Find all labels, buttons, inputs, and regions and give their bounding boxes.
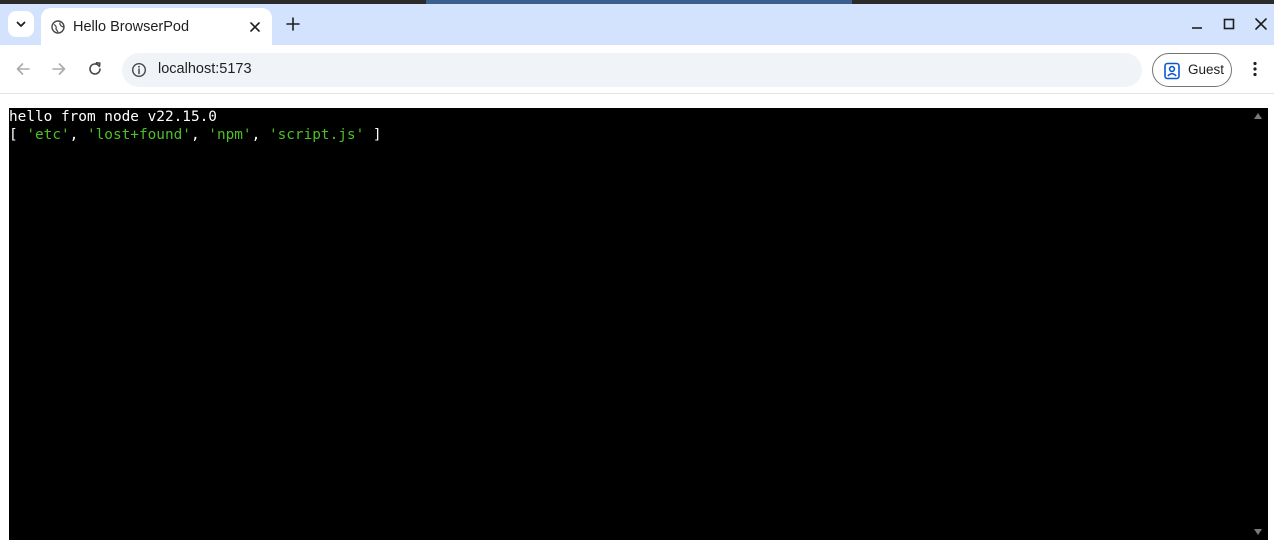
person-icon: [1164, 62, 1180, 80]
globe-icon: [51, 20, 65, 34]
arrow-right-icon: [52, 63, 66, 75]
array-item: 'npm': [208, 127, 252, 143]
minimize-button[interactable]: [1187, 14, 1207, 34]
minimize-icon: [1192, 27, 1202, 29]
array-open: [: [9, 127, 27, 143]
info-icon[interactable]: [131, 62, 147, 78]
close-icon: [250, 22, 260, 32]
browser-window: Hello BrowserPod localhost:5173 Guest he…: [0, 0, 1274, 551]
terminal-line-2: [ 'etc', 'lost+found', 'npm', 'script.js…: [9, 126, 1268, 144]
tab-title: Hello BrowserPod: [73, 19, 190, 35]
arrow-left-icon: [16, 63, 30, 75]
tab-strip: Hello BrowserPod: [0, 4, 1274, 45]
chevron-down-icon: [16, 21, 26, 27]
more-vertical-icon: [1253, 61, 1257, 77]
forward-button[interactable]: [47, 57, 71, 81]
array-close: ]: [364, 127, 382, 143]
reload-button[interactable]: [83, 57, 107, 81]
plus-icon: [286, 17, 300, 31]
tab-close-button[interactable]: [247, 19, 263, 35]
terminal-line-1: hello from node v22.15.0: [9, 109, 217, 125]
scroll-down-arrow[interactable]: [1254, 529, 1262, 535]
new-tab-button[interactable]: [282, 13, 304, 35]
array-item: 'lost+found': [86, 127, 191, 143]
tab-active[interactable]: Hello BrowserPod: [41, 8, 272, 45]
close-icon: [1255, 18, 1267, 30]
back-button[interactable]: [11, 57, 35, 81]
maximize-icon: [1223, 18, 1235, 30]
array-item: 'script.js': [268, 127, 365, 143]
page-content: hello from node v22.15.0 [ 'etc', 'lost+…: [0, 95, 1274, 551]
tab-search-button[interactable]: [8, 11, 34, 37]
terminal[interactable]: hello from node v22.15.0 [ 'etc', 'lost+…: [9, 108, 1268, 540]
menu-button[interactable]: [1245, 57, 1265, 81]
browser-toolbar: localhost:5173 Guest: [0, 45, 1274, 94]
array-separator: ,: [69, 127, 87, 143]
close-window-button[interactable]: [1251, 14, 1271, 34]
reload-icon: [89, 62, 101, 75]
profile-button[interactable]: Guest: [1152, 53, 1232, 87]
scroll-up-arrow[interactable]: [1254, 113, 1262, 119]
maximize-button[interactable]: [1219, 14, 1239, 34]
address-bar[interactable]: localhost:5173: [122, 53, 1142, 87]
array-separator: ,: [251, 127, 269, 143]
address-url[interactable]: localhost:5173: [158, 61, 252, 77]
profile-label: Guest: [1188, 62, 1225, 77]
array-separator: ,: [190, 127, 209, 143]
array-item: 'etc': [26, 127, 70, 143]
